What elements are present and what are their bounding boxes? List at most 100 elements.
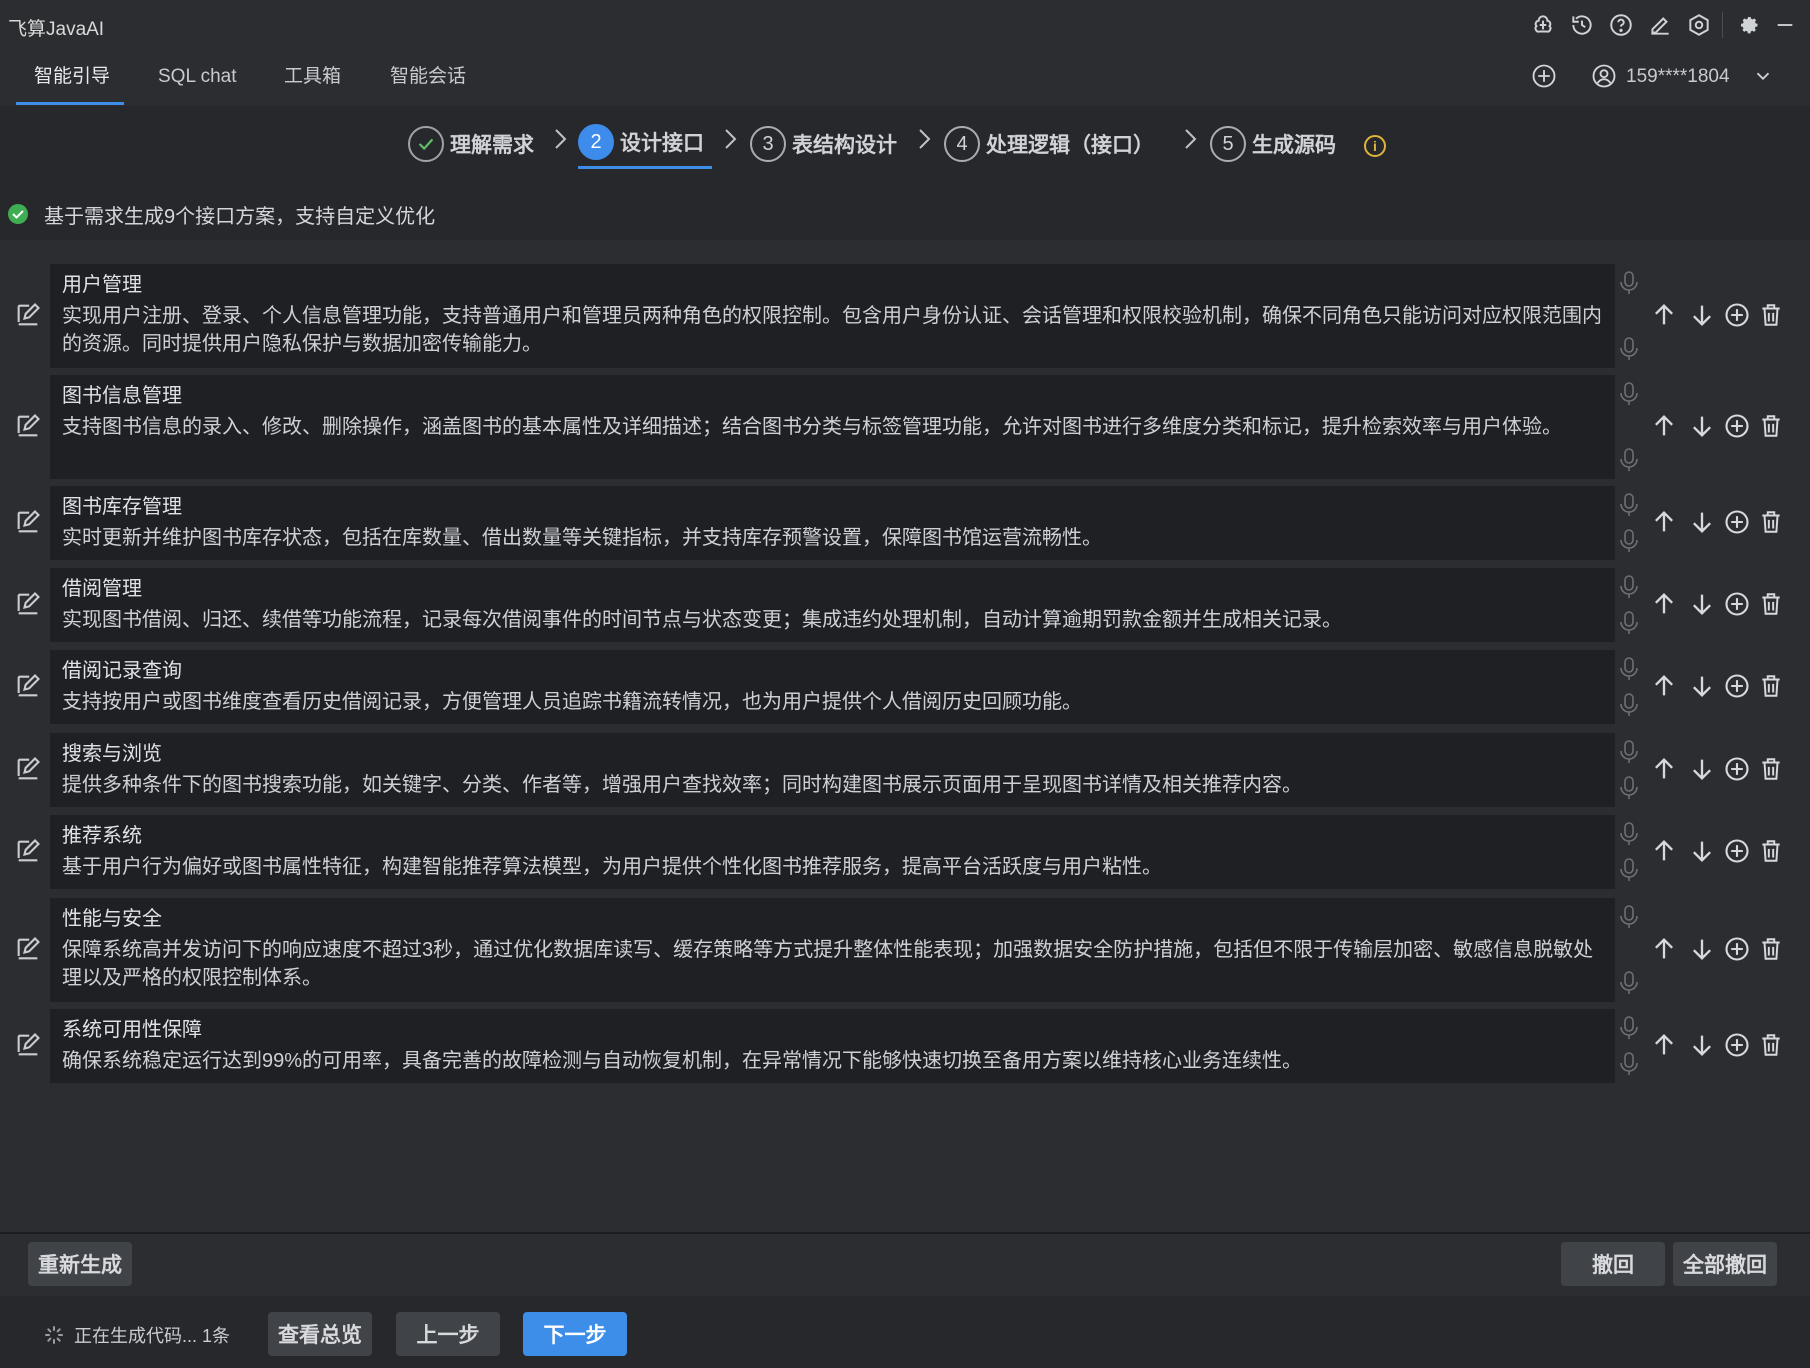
add-item-icon[interactable]: [1723, 935, 1753, 965]
microphone-icon[interactable]: [1618, 1051, 1640, 1077]
move-down-icon[interactable]: [1688, 1031, 1718, 1061]
microphone-icon[interactable]: [1618, 447, 1640, 473]
hexagon-settings-icon[interactable]: [1684, 10, 1714, 40]
add-item-icon[interactable]: [1723, 412, 1753, 442]
microphone-icon[interactable]: [1618, 528, 1640, 554]
previous-step-button[interactable]: 上一步: [396, 1312, 500, 1356]
microphone-icon[interactable]: [1618, 610, 1640, 636]
microphone-icon[interactable]: [1618, 656, 1640, 682]
edit-icon[interactable]: [14, 590, 44, 620]
move-down-icon[interactable]: [1688, 935, 1718, 965]
microphone-icon[interactable]: [1618, 775, 1640, 801]
microphone-icon[interactable]: [1618, 574, 1640, 600]
tab-sql-chat[interactable]: SQL chat: [140, 52, 255, 104]
move-up-icon[interactable]: [1650, 301, 1680, 331]
regenerate-button[interactable]: 重新生成: [28, 1242, 132, 1286]
delete-icon[interactable]: [1758, 508, 1788, 538]
tab-toolbox[interactable]: 工具箱: [266, 52, 359, 104]
delete-icon[interactable]: [1758, 412, 1788, 442]
edit-icon[interactable]: [14, 755, 44, 785]
interface-card[interactable]: 系统可用性保障 确保系统稳定运行达到99%的可用率，具备完善的故障检测与自动恢复…: [50, 1009, 1615, 1083]
step-generate-source[interactable]: 5 生成源码: [1210, 122, 1336, 166]
move-down-icon[interactable]: [1688, 755, 1718, 785]
move-up-icon[interactable]: [1650, 1031, 1680, 1061]
view-overview-button[interactable]: 查看总览: [268, 1312, 372, 1356]
move-up-icon[interactable]: [1650, 508, 1680, 538]
delete-icon[interactable]: [1758, 935, 1788, 965]
microphone-icon[interactable]: [1618, 692, 1640, 718]
move-up-icon[interactable]: [1650, 755, 1680, 785]
microphone-icon[interactable]: [1618, 1015, 1640, 1041]
move-down-icon[interactable]: [1688, 590, 1718, 620]
delete-icon[interactable]: [1758, 672, 1788, 702]
move-up-icon[interactable]: [1650, 837, 1680, 867]
edit-icon[interactable]: [14, 301, 44, 331]
microphone-icon[interactable]: [1618, 739, 1640, 765]
move-down-icon[interactable]: [1688, 412, 1718, 442]
edit-icon[interactable]: [14, 837, 44, 867]
interface-card[interactable]: 图书信息管理 支持图书信息的录入、修改、删除操作，涵盖图书的基本属性及详细描述；…: [50, 375, 1615, 479]
step-table-design[interactable]: 3 表结构设计: [750, 122, 897, 166]
info-icon[interactable]: i: [1364, 135, 1386, 157]
microphone-icon[interactable]: [1618, 270, 1640, 296]
microphone-icon[interactable]: [1618, 904, 1640, 930]
move-down-icon[interactable]: [1688, 837, 1718, 867]
interface-card[interactable]: 借阅管理 实现图书借阅、归还、续借等功能流程，记录每次借阅事件的时间节点与状态变…: [50, 568, 1615, 642]
edit-icon[interactable]: [14, 508, 44, 538]
add-item-icon[interactable]: [1723, 672, 1753, 702]
undo-button[interactable]: 撤回: [1561, 1242, 1665, 1286]
move-down-icon[interactable]: [1688, 508, 1718, 538]
delete-icon[interactable]: [1758, 837, 1788, 867]
step-process-logic[interactable]: 4 处理逻辑（接口）: [944, 122, 1154, 166]
tab-smart-guide[interactable]: 智能引导: [16, 52, 128, 104]
interface-card[interactable]: 性能与安全 保障系统高并发访问下的响应速度不超过3秒，通过优化数据库读写、缓存策…: [50, 898, 1615, 1002]
chevron-down-icon[interactable]: [1752, 65, 1776, 89]
delete-icon[interactable]: [1758, 755, 1788, 785]
add-circle-icon[interactable]: [1530, 62, 1560, 92]
interface-card[interactable]: 图书库存管理 实时更新并维护图书库存状态，包括在库数量、借出数量等关键指标，并支…: [50, 486, 1615, 560]
step-understand-requirements[interactable]: 理解需求: [408, 122, 534, 166]
gear-icon[interactable]: [1734, 10, 1764, 40]
brain-icon[interactable]: [1528, 10, 1558, 40]
edit-icon[interactable]: [14, 1031, 44, 1061]
interface-description: 确保系统稳定运行达到99%的可用率，具备完善的故障检测与自动恢复机制，在异常情况…: [62, 1050, 1303, 1072]
microphone-icon[interactable]: [1618, 857, 1640, 883]
move-up-icon[interactable]: [1650, 672, 1680, 702]
interface-card[interactable]: 用户管理 实现用户注册、登录、个人信息管理功能，支持普通用户和管理员两种角色的权…: [50, 264, 1615, 368]
interface-card[interactable]: 搜索与浏览 提供多种条件下的图书搜索功能，如关键字、分类、作者等，增强用户查找效…: [50, 733, 1615, 807]
user-avatar-icon[interactable]: [1590, 62, 1620, 92]
edit-note-icon[interactable]: [1645, 10, 1675, 40]
microphone-icon[interactable]: [1618, 970, 1640, 996]
delete-icon[interactable]: [1758, 301, 1788, 331]
microphone-icon[interactable]: [1618, 381, 1640, 407]
edit-icon[interactable]: [14, 672, 44, 702]
move-down-icon[interactable]: [1688, 672, 1718, 702]
edit-icon[interactable]: [14, 412, 44, 442]
tab-smart-chat[interactable]: 智能会话: [372, 52, 484, 104]
microphone-icon[interactable]: [1618, 492, 1640, 518]
step-design-interface[interactable]: 2 设计接口: [578, 120, 704, 164]
interface-card[interactable]: 推荐系统 基于用户行为偏好或图书属性特征，构建智能推荐算法模型，为用户提供个性化…: [50, 815, 1615, 889]
next-step-button[interactable]: 下一步: [523, 1312, 627, 1356]
add-item-icon[interactable]: [1723, 755, 1753, 785]
move-up-icon[interactable]: [1650, 935, 1680, 965]
add-item-icon[interactable]: [1723, 508, 1753, 538]
add-item-icon[interactable]: [1723, 1031, 1753, 1061]
microphone-icon[interactable]: [1618, 336, 1640, 362]
delete-icon[interactable]: [1758, 1031, 1788, 1061]
edit-icon[interactable]: [14, 935, 44, 965]
microphone-icon[interactable]: [1618, 821, 1640, 847]
minimize-icon[interactable]: [1770, 10, 1800, 40]
delete-icon[interactable]: [1758, 590, 1788, 620]
move-up-icon[interactable]: [1650, 412, 1680, 442]
help-icon[interactable]: [1606, 10, 1636, 40]
interface-card[interactable]: 借阅记录查询 支持按用户或图书维度查看历史借阅记录，方便管理人员追踪书籍流转情况…: [50, 650, 1615, 724]
add-item-icon[interactable]: [1723, 837, 1753, 867]
user-name[interactable]: 159****1804: [1626, 52, 1730, 104]
undo-all-button[interactable]: 全部撤回: [1673, 1242, 1777, 1286]
add-item-icon[interactable]: [1723, 590, 1753, 620]
add-item-icon[interactable]: [1723, 301, 1753, 331]
history-icon[interactable]: [1567, 10, 1597, 40]
move-up-icon[interactable]: [1650, 590, 1680, 620]
move-down-icon[interactable]: [1688, 301, 1718, 331]
